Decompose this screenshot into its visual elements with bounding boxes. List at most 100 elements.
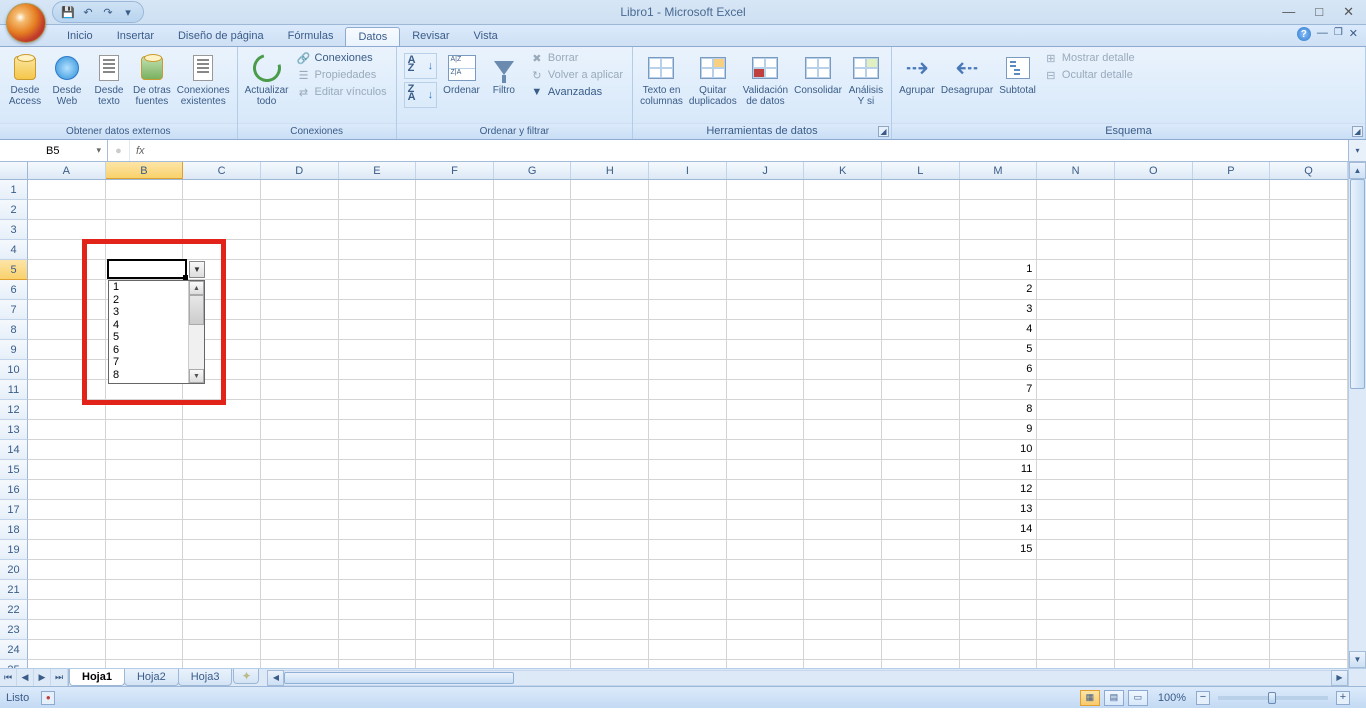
cell[interactable] (1193, 420, 1271, 440)
cell[interactable] (1037, 460, 1115, 480)
cell[interactable] (183, 480, 261, 500)
cell[interactable] (649, 440, 727, 460)
col-header[interactable]: F (416, 162, 494, 179)
cell[interactable] (1270, 360, 1348, 380)
zoom-in-button[interactable]: + (1336, 691, 1350, 705)
cell[interactable] (649, 240, 727, 260)
cell[interactable] (882, 420, 960, 440)
cell[interactable] (882, 220, 960, 240)
cell[interactable] (106, 460, 184, 480)
cell[interactable] (1115, 560, 1193, 580)
cell[interactable] (183, 640, 261, 660)
cell[interactable] (804, 580, 882, 600)
cells-area[interactable]: 123456789101112131415 (28, 180, 1348, 668)
tab-diseño-de-página[interactable]: Diseño de página (166, 27, 276, 46)
cell[interactable] (1115, 340, 1193, 360)
cell[interactable] (183, 460, 261, 480)
remove-dupes-button[interactable]: Quitar duplicados (686, 49, 740, 109)
cell[interactable] (649, 460, 727, 480)
cell[interactable] (804, 420, 882, 440)
cell[interactable] (261, 480, 339, 500)
row-header[interactable]: 7 (0, 300, 28, 320)
row-header[interactable]: 17 (0, 500, 28, 520)
cell[interactable] (571, 540, 649, 560)
zoom-percent[interactable]: 100% (1158, 692, 1186, 704)
cell[interactable] (183, 220, 261, 240)
cell[interactable] (649, 380, 727, 400)
cell[interactable] (416, 400, 494, 420)
cell[interactable] (416, 200, 494, 220)
cell[interactable] (571, 600, 649, 620)
cell[interactable] (1037, 260, 1115, 280)
cell[interactable] (960, 220, 1038, 240)
cell[interactable] (804, 360, 882, 380)
row-header[interactable]: 3 (0, 220, 28, 240)
cell[interactable] (727, 480, 805, 500)
cell[interactable] (571, 400, 649, 420)
cell[interactable] (649, 360, 727, 380)
cell[interactable] (1037, 520, 1115, 540)
cell[interactable] (1270, 340, 1348, 360)
tab-inicio[interactable]: Inicio (55, 27, 105, 46)
cell[interactable] (416, 660, 494, 668)
col-header[interactable]: J (727, 162, 805, 179)
dialog-launcher-icon[interactable]: ◢ (1352, 126, 1363, 137)
qat-more-icon[interactable]: ▾ (121, 5, 135, 19)
cell[interactable] (416, 460, 494, 480)
cell[interactable] (882, 260, 960, 280)
cell[interactable] (339, 480, 417, 500)
cell[interactable] (649, 600, 727, 620)
row-header[interactable]: 5 (0, 260, 28, 280)
cell[interactable] (339, 600, 417, 620)
cell[interactable] (28, 300, 106, 320)
cell[interactable] (1193, 580, 1271, 600)
cell[interactable] (183, 200, 261, 220)
cell[interactable] (416, 180, 494, 200)
cell[interactable] (416, 640, 494, 660)
cell[interactable] (339, 520, 417, 540)
cell[interactable] (882, 660, 960, 668)
cell[interactable] (339, 240, 417, 260)
cell[interactable] (416, 620, 494, 640)
cell[interactable] (261, 200, 339, 220)
cell[interactable] (649, 400, 727, 420)
cell[interactable] (727, 640, 805, 660)
col-header[interactable]: N (1037, 162, 1115, 179)
cell[interactable] (649, 220, 727, 240)
cell[interactable] (28, 620, 106, 640)
col-header[interactable]: G (494, 162, 572, 179)
cell[interactable] (28, 400, 106, 420)
cell[interactable] (571, 320, 649, 340)
advanced-filter-button[interactable]: ▼Avanzadas (528, 84, 625, 100)
cell[interactable] (804, 460, 882, 480)
cell[interactable] (649, 480, 727, 500)
help-icon[interactable]: ? (1297, 27, 1311, 41)
cell[interactable] (1193, 500, 1271, 520)
cell[interactable] (960, 240, 1038, 260)
cell[interactable] (1115, 280, 1193, 300)
cell[interactable] (571, 260, 649, 280)
cell[interactable] (1037, 580, 1115, 600)
cell[interactable] (1115, 380, 1193, 400)
cell[interactable] (28, 440, 106, 460)
cell[interactable] (261, 520, 339, 540)
cell[interactable] (1115, 660, 1193, 668)
cell[interactable] (649, 260, 727, 280)
cell[interactable] (882, 360, 960, 380)
col-header[interactable]: H (571, 162, 649, 179)
cell[interactable] (28, 360, 106, 380)
name-box[interactable]: B5 (0, 140, 108, 161)
cell[interactable] (261, 420, 339, 440)
cell[interactable] (727, 180, 805, 200)
cell[interactable]: 10 (960, 440, 1038, 460)
cell[interactable] (804, 640, 882, 660)
col-header[interactable]: C (183, 162, 261, 179)
cell[interactable] (960, 180, 1038, 200)
cell[interactable] (649, 280, 727, 300)
cell[interactable] (1115, 620, 1193, 640)
cell[interactable] (494, 320, 572, 340)
cell[interactable] (1115, 200, 1193, 220)
cell[interactable] (571, 200, 649, 220)
cell[interactable] (727, 620, 805, 640)
cell[interactable] (649, 300, 727, 320)
